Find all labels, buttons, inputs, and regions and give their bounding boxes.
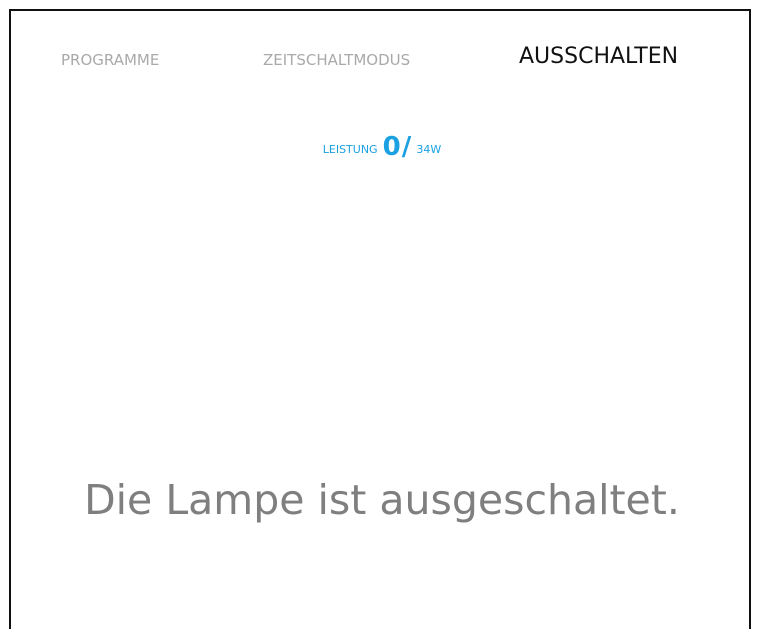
mode-tabs: PROGRAMME ZEITSCHALTMODUS AUSSCHALTEN	[0, 44, 764, 78]
tab-zeitschaltmodus[interactable]: ZEITSCHALTMODUS	[263, 51, 410, 69]
lamp-status-message: Die Lampe ist ausgeschaltet.	[84, 476, 680, 524]
power-readout: LEISTUNG 0/ 34W	[0, 132, 764, 162]
power-max-value: 34W	[416, 143, 442, 156]
tab-ausschalten[interactable]: AUSSCHALTEN	[519, 44, 678, 69]
power-label: LEISTUNG	[322, 143, 378, 156]
power-current-value: 0	[382, 132, 401, 162]
app-window-frame	[9, 9, 751, 629]
tab-programme[interactable]: PROGRAMME	[61, 51, 159, 69]
power-separator: /	[401, 132, 412, 162]
